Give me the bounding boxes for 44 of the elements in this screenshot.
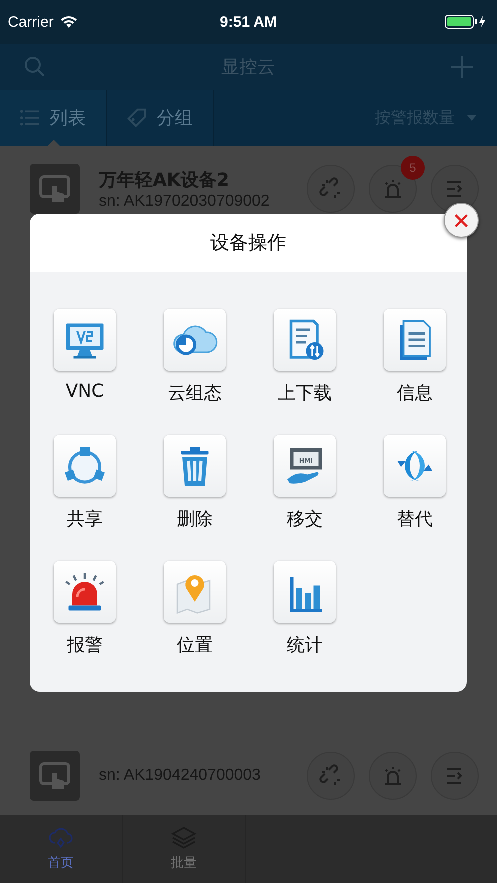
action-label: 位置 [177, 634, 213, 657]
alarm-count-badge: 5 [401, 156, 425, 180]
wifi-icon [60, 16, 78, 28]
tag-icon [127, 108, 147, 128]
view-tab[interactable]: 列表 [0, 90, 107, 146]
action-label: 云组态 [168, 382, 222, 405]
bottom-tab[interactable]: 批量 [123, 815, 246, 883]
action-label: 替代 [397, 508, 433, 531]
dialog-title: 设备操作 [210, 231, 286, 256]
action-label: 共享 [67, 508, 103, 531]
list-icon [20, 108, 40, 128]
action-label: 统计 [287, 634, 323, 657]
action-tile[interactable] [164, 561, 226, 623]
unlink-button[interactable] [307, 165, 355, 213]
battery-icon [445, 15, 487, 29]
action-label: 上下载 [278, 382, 332, 405]
status-time: 9:51 AM [220, 14, 277, 30]
alarm-button[interactable] [369, 165, 417, 213]
touch-screen-icon [30, 751, 80, 801]
action-tile[interactable] [54, 435, 116, 497]
alarm-button[interactable] [369, 752, 417, 800]
action-tile[interactable] [384, 435, 446, 497]
caret-icon [467, 115, 477, 121]
unlink-button[interactable] [307, 752, 355, 800]
hand-screen-icon [288, 448, 322, 484]
menu-button[interactable] [431, 165, 479, 213]
carrier-name: Carrier [8, 14, 54, 30]
action-tile[interactable] [384, 309, 446, 371]
action-label: 移交 [287, 508, 323, 531]
cloud-icon [48, 826, 74, 850]
action-label: 删除 [177, 508, 213, 531]
action-label: 报警 [67, 634, 103, 657]
touch-screen-icon [30, 164, 80, 214]
action-label: VNC [66, 381, 104, 402]
action-tile[interactable] [54, 309, 116, 371]
action-tile[interactable] [274, 309, 336, 371]
action-label: 信息 [397, 382, 433, 405]
broken-link-icon [319, 764, 343, 788]
broken-link-icon [319, 177, 343, 201]
bottom-tab[interactable]: 首页 [0, 815, 123, 883]
action-tile[interactable] [274, 561, 336, 623]
action-tile[interactable] [164, 435, 226, 497]
action-tile[interactable] [54, 561, 116, 623]
action-tile[interactable] [164, 309, 226, 371]
